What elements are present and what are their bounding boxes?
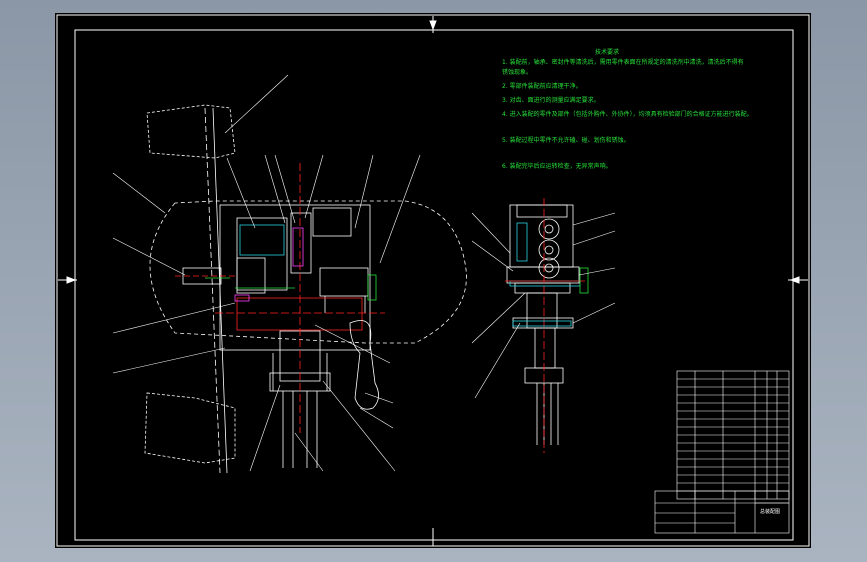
- drawing-sheet: 技术要求 1. 装配前，轴承、密封件等清洗后，需用零件表面在所规定的清洗剂中清洗…: [55, 13, 811, 548]
- note-line: 6. 装配完毕后应运转检查，无异常声响。: [502, 163, 612, 170]
- inner-frame: [74, 29, 794, 541]
- side-view-leaders: [471, 212, 616, 399]
- note-line: 2. 零部件装配前应清理干净。: [502, 83, 582, 90]
- outer-frame: [56, 14, 810, 547]
- note-line: 4. 进入装配的零件及部件（包括外购件、外协件），均须具有检验部门的合格证方能进…: [502, 111, 753, 118]
- technical-requirements-title: 技术要求: [595, 49, 620, 56]
- note-line: 5. 装配过程中零件不允许磕、碰、划伤和锈蚀。: [502, 137, 630, 144]
- cad-drawing: [56, 14, 810, 547]
- title-block-label: 总装配图: [760, 509, 781, 515]
- side-view-assembly: [506, 198, 580, 453]
- note-line: 3. 对齿、面进行的测量应满足要求。: [502, 97, 600, 104]
- note-line: 锈蚀现象。: [502, 69, 533, 76]
- note-line: 1. 装配前，轴承、密封件等清洗后，需用零件表面在所规定的清洗剂中清洗，清洗后不…: [502, 59, 744, 66]
- main-view-leaders: [112, 74, 421, 472]
